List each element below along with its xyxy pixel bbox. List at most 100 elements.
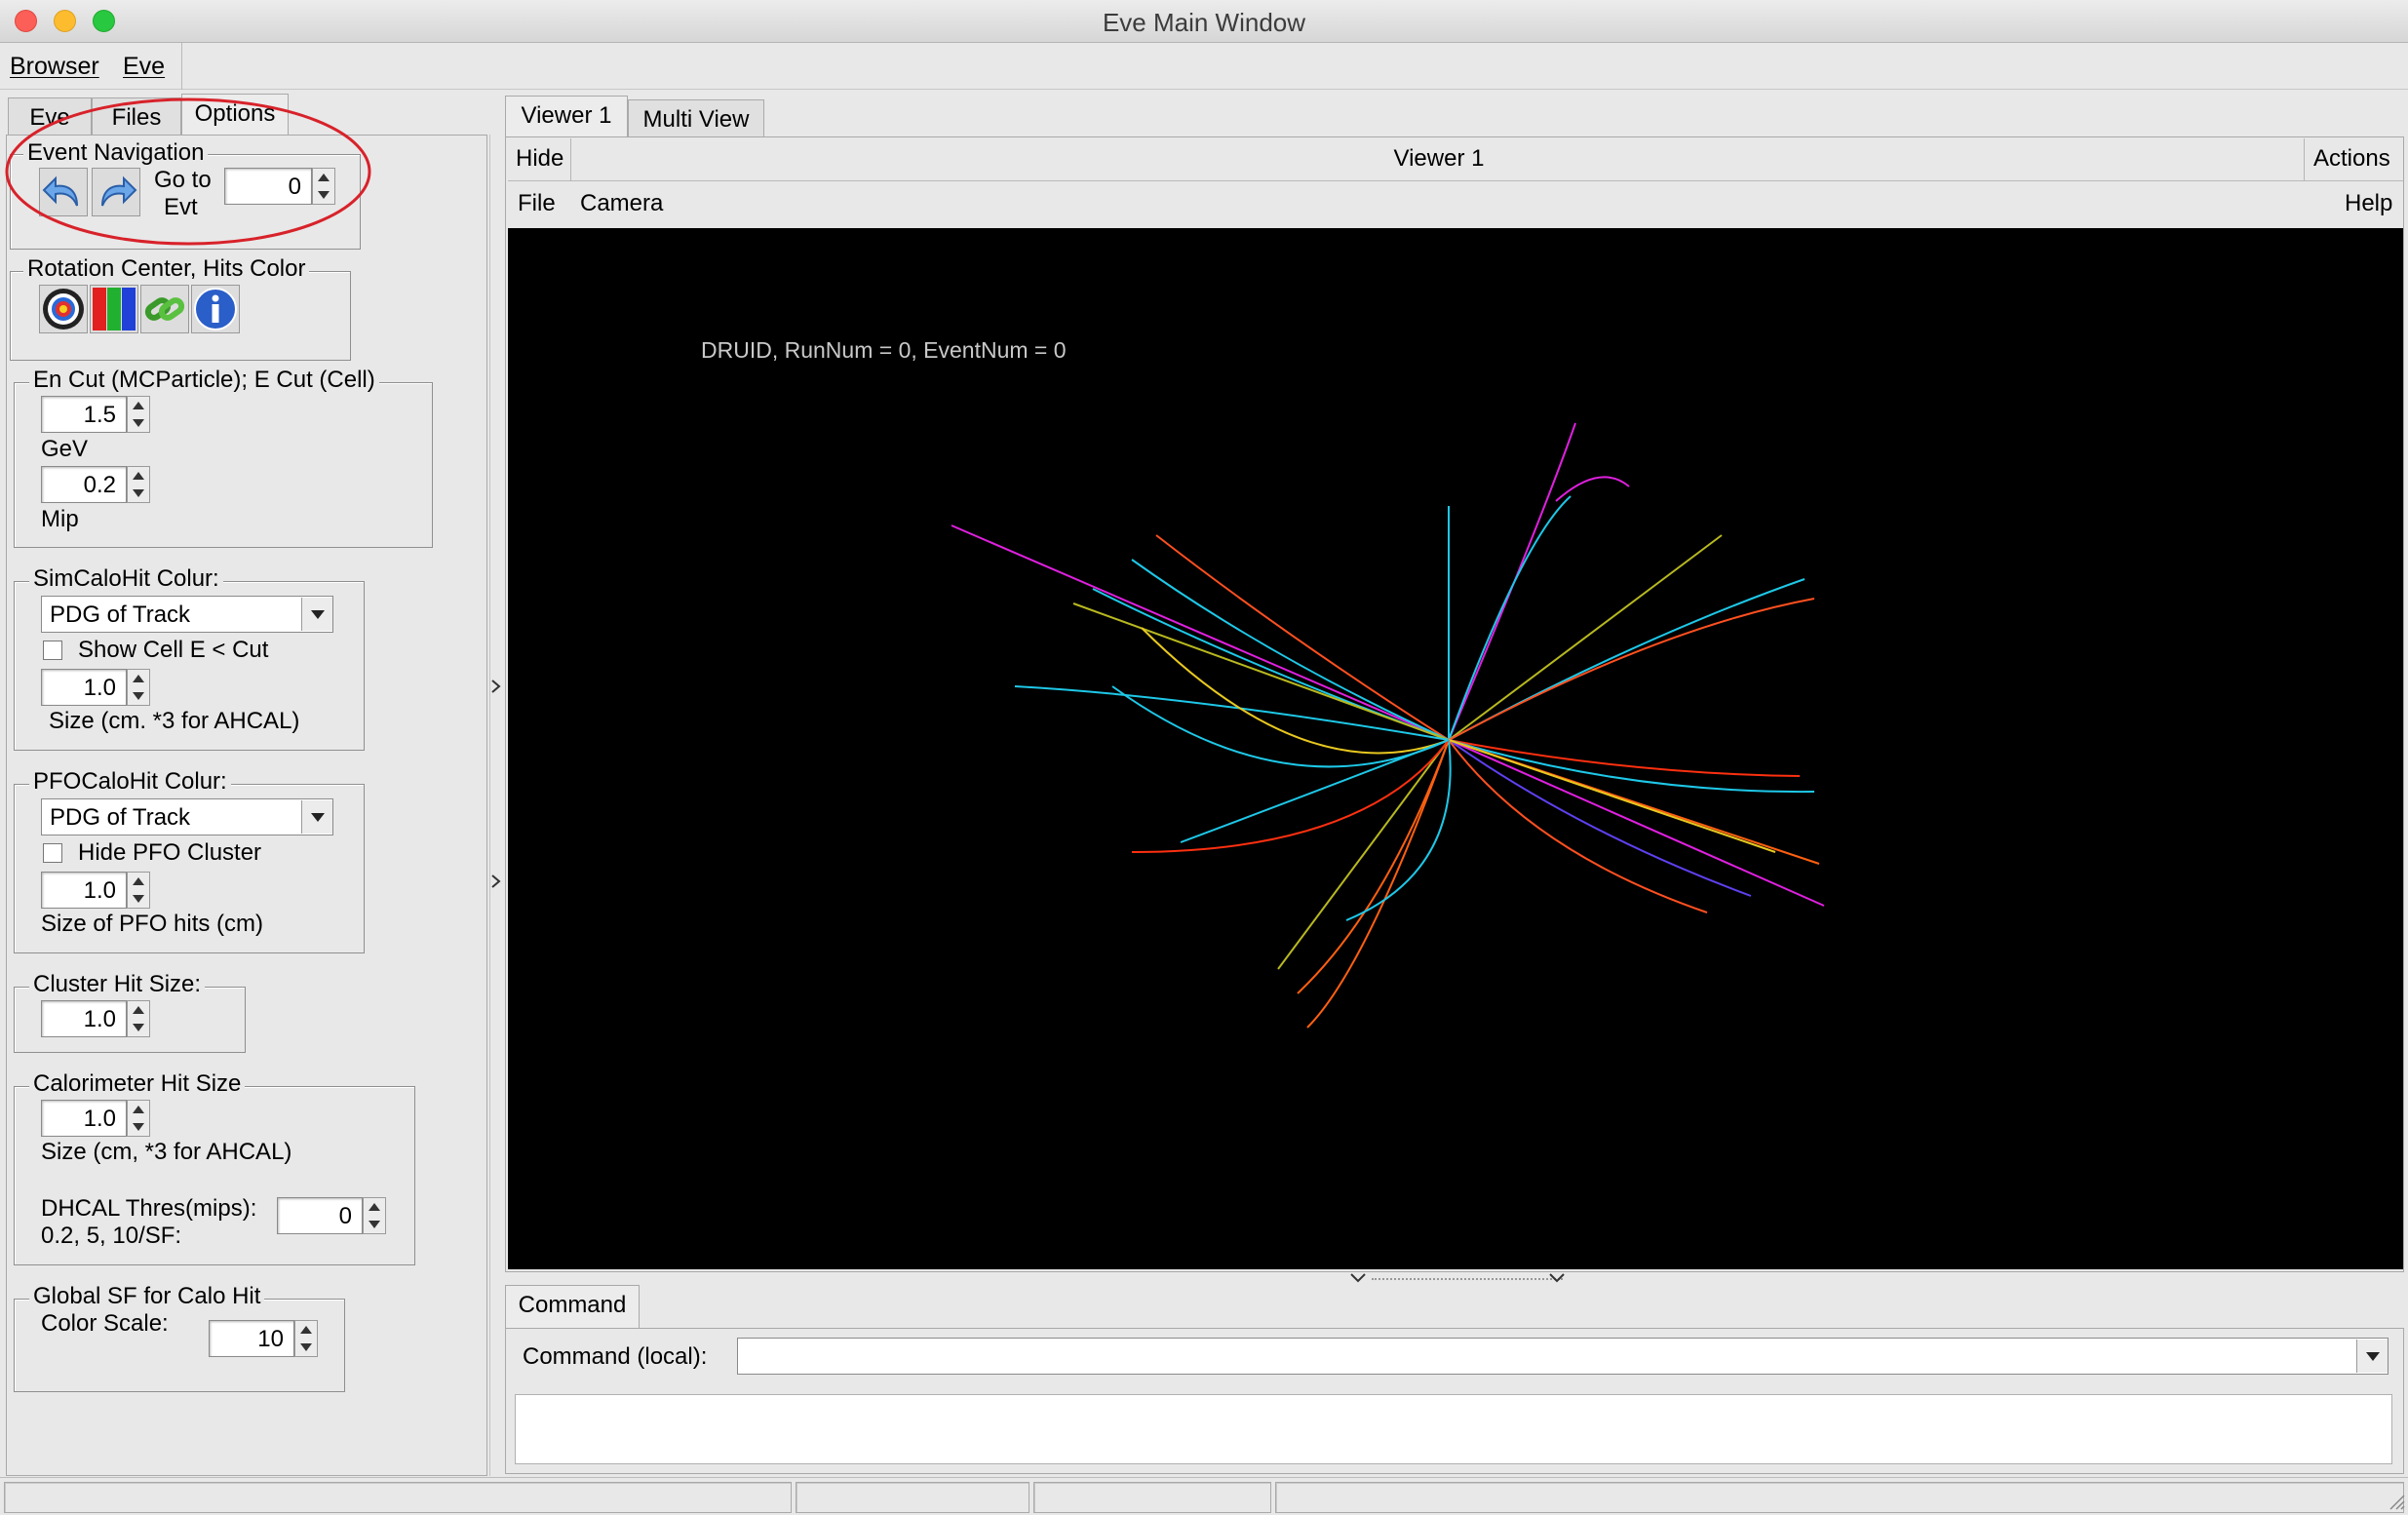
dhcal-values-label: 0.2, 5, 10/SF: [41,1223,182,1249]
window-title: Eve Main Window [1102,8,1306,37]
menu-bar: Browser Eve [0,43,2408,90]
particle-track [1297,739,1450,994]
calorimeter-hit-size-spinner[interactable] [127,1100,150,1137]
pfocalohit-title: PFOCaloHit Colur: [29,768,231,796]
separator [2304,138,2305,181]
viewer-menu-help[interactable]: Help [2345,190,2392,217]
chevron-right-icon [491,680,501,693]
hits-color-button[interactable] [90,285,138,333]
command-input[interactable] [737,1338,2389,1375]
dhcal-threshold-label: DHCAL Thres(mips): [41,1195,257,1222]
particle-track [1277,739,1450,970]
resize-grip-icon[interactable] [2387,1492,2406,1511]
tab-multi-view[interactable]: Multi View [628,99,764,138]
cluster-hit-title: Cluster Hit Size: [29,971,206,998]
chevron-down-icon [1350,1273,1366,1283]
calorimeter-hit-title: Calorimeter Hit Size [29,1070,246,1098]
viewer-menu-camera[interactable]: Camera [580,190,663,217]
status-cell-2 [796,1482,1029,1513]
dhcal-threshold-spinner[interactable] [363,1197,386,1234]
status-bar [0,1477,2408,1515]
hide-pfo-cluster-label: Hide PFO Cluster [78,839,262,866]
particle-track [1448,578,1806,741]
menu-separator [181,43,182,90]
status-cell-1 [4,1482,792,1513]
particle-track [951,524,1450,741]
particle-track [1555,476,1630,502]
particle-track [1155,534,1450,741]
gev-label: GeV [41,436,89,462]
tab-viewer-1[interactable]: Viewer 1 [505,96,628,138]
status-cell-3 [1033,1482,1271,1513]
mip-label: Mip [41,506,79,532]
simcalohit-color-select[interactable]: PDG of Track [41,596,333,633]
pfocalohit-size-spinner[interactable] [127,872,150,909]
cell-cut-spinner[interactable] [127,466,150,503]
info-button[interactable] [191,285,240,333]
cluster-hit-size-spinner[interactable] [127,1000,150,1037]
hide-pfo-cluster-checkbox[interactable] [43,843,62,863]
viewer-menu-bar: File Camera Help [508,181,2403,226]
annotation-ellipse [5,97,371,246]
particle-track [1014,685,1450,741]
link-button[interactable] [140,285,189,333]
color-scale-input[interactable]: 10 [209,1320,294,1357]
command-label: Command (local): [523,1343,708,1370]
chevron-down-icon[interactable] [2356,1340,2388,1373]
tab-command[interactable]: Command [505,1285,640,1328]
pfocalohit-color-select[interactable]: PDG of Track [41,798,333,835]
command-output-area[interactable] [515,1394,2392,1464]
particle-track [1448,495,1572,741]
viewer-title-bar: Hide Viewer 1 Actions [508,138,2403,181]
particle-track [1180,739,1450,843]
rotation-center-button[interactable] [39,285,88,333]
pfocalohit-select-value: PDG of Track [50,804,191,831]
color-scale-spinner[interactable] [294,1320,318,1357]
particle-track [1141,627,1450,755]
en-cut-title: En Cut (MCParticle); E Cut (Cell) [29,367,379,394]
show-cell-checkbox[interactable] [43,641,62,660]
actions-button[interactable]: Actions [2313,145,2390,173]
viewer-menu-file[interactable]: File [518,190,556,217]
show-cell-label: Show Cell E < Cut [78,637,269,663]
global-sf-title: Global SF for Calo Hit [29,1283,265,1310]
horizontal-splitter[interactable] [508,1270,2403,1286]
pfocalohit-size-label: Size of PFO hits (cm) [41,911,264,937]
particle-track [1448,739,1825,907]
simcalohit-title: SimCaloHit Colur: [29,565,223,593]
calorimeter-size-label: Size (cm, *3 for AHCAL) [41,1139,292,1165]
particle-track [1345,739,1452,921]
cluster-hit-size-input[interactable]: 1.0 [41,1000,127,1037]
menu-eve[interactable]: Eve [123,53,165,81]
simcalohit-size-spinner[interactable] [127,669,150,706]
pfocalohit-size-input[interactable]: 1.0 [41,872,127,909]
particle-track [1306,739,1450,1029]
gl-viewer-canvas[interactable]: DRUID, RunNum = 0, EventNum = 0 [508,228,2403,1269]
chevron-down-icon[interactable] [301,800,332,834]
simcalohit-size-input[interactable]: 1.0 [41,669,127,706]
rgb-bars-icon [93,288,136,330]
chevron-down-icon[interactable] [301,598,332,631]
chevron-right-icon [491,874,501,888]
color-scale-label: Color Scale: [41,1310,169,1337]
title-bar: Eve Main Window [0,0,2408,43]
cell-cut-input[interactable]: 0.2 [41,466,127,503]
splitter-grip [1372,1278,1563,1280]
calorimeter-hit-size-input[interactable]: 1.0 [41,1100,127,1137]
target-icon [43,289,84,330]
chevron-down-icon [1549,1273,1565,1283]
event-tracks-display [951,422,1825,1029]
vertical-splitter[interactable] [489,135,501,1476]
simcalohit-select-value: PDG of Track [50,602,191,628]
particle-track [1448,598,1815,741]
info-icon [194,288,237,330]
viewer-title: Viewer 1 [1393,145,1485,172]
rotation-center-title: Rotation Center, Hits Color [23,255,310,283]
menu-browser[interactable]: Browser [10,53,99,81]
energy-cut-spinner[interactable] [127,396,150,433]
status-cell-4 [1275,1482,2404,1513]
dhcal-threshold-input[interactable]: 0 [277,1197,363,1234]
energy-cut-input[interactable]: 1.5 [41,396,127,433]
simcalohit-size-label: Size (cm. *3 for AHCAL) [49,708,300,734]
particle-track [1131,559,1450,741]
